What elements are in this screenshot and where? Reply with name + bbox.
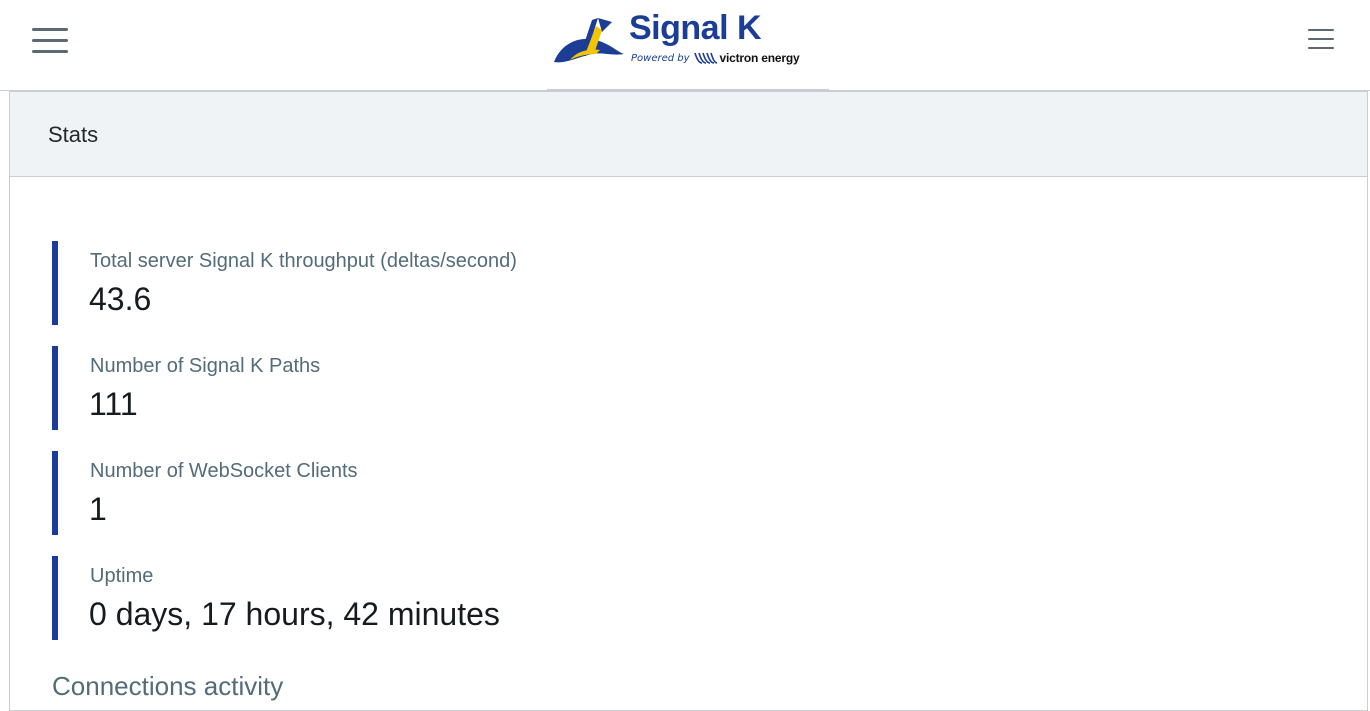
powered-by: Powered by victron energy xyxy=(631,49,800,67)
stat-websocket-clients: Number of WebSocket Clients 1 xyxy=(52,451,952,535)
stats-card: Stats Total server Signal K throughput (… xyxy=(9,91,1368,711)
stat-paths: Number of Signal K Paths 111 xyxy=(52,346,952,430)
stat-accent-bar xyxy=(52,451,58,535)
stat-throughput: Total server Signal K throughput (deltas… xyxy=(52,241,952,325)
hamburger-icon-line xyxy=(32,28,68,31)
stat-accent-bar xyxy=(52,241,58,325)
stat-accent-bar xyxy=(52,346,58,430)
hamburger-icon-line xyxy=(1308,47,1334,49)
card-title: Stats xyxy=(48,122,99,147)
hamburger-icon-line xyxy=(1308,29,1334,31)
aside-menu-toggle-button[interactable] xyxy=(1308,26,1336,58)
signalk-logo-icon xyxy=(554,18,624,63)
partner-name: victron energy xyxy=(719,51,800,65)
brand-logo-link[interactable]: Signal K Powered by victron energy xyxy=(547,0,829,91)
stat-value: 0 days, 17 hours, 42 minutes xyxy=(89,596,500,632)
powered-by-label: Powered by xyxy=(631,52,690,64)
victron-logo-icon xyxy=(693,52,717,64)
stat-uptime: Uptime 0 days, 17 hours, 42 minutes xyxy=(52,556,952,640)
sidebar-toggle-button[interactable] xyxy=(32,24,70,56)
connections-activity-heading: Connections activity xyxy=(52,671,284,701)
stat-label: Total server Signal K throughput (deltas… xyxy=(90,250,517,272)
stat-value: 111 xyxy=(89,386,138,422)
hamburger-icon-line xyxy=(1308,38,1334,40)
hamburger-icon-line xyxy=(32,50,68,53)
stat-label: Uptime xyxy=(90,565,154,587)
brand-title: Signal K xyxy=(629,9,762,47)
stat-label: Number of Signal K Paths xyxy=(90,355,321,377)
app-header: Signal K Powered by victron energy xyxy=(0,0,1370,91)
stat-accent-bar xyxy=(52,556,58,640)
hamburger-icon-line xyxy=(32,39,68,42)
stat-value: 43.6 xyxy=(89,281,152,317)
stat-label: Number of WebSocket Clients xyxy=(90,460,358,482)
card-header: Stats xyxy=(10,91,1367,177)
stat-value: 1 xyxy=(89,491,107,527)
